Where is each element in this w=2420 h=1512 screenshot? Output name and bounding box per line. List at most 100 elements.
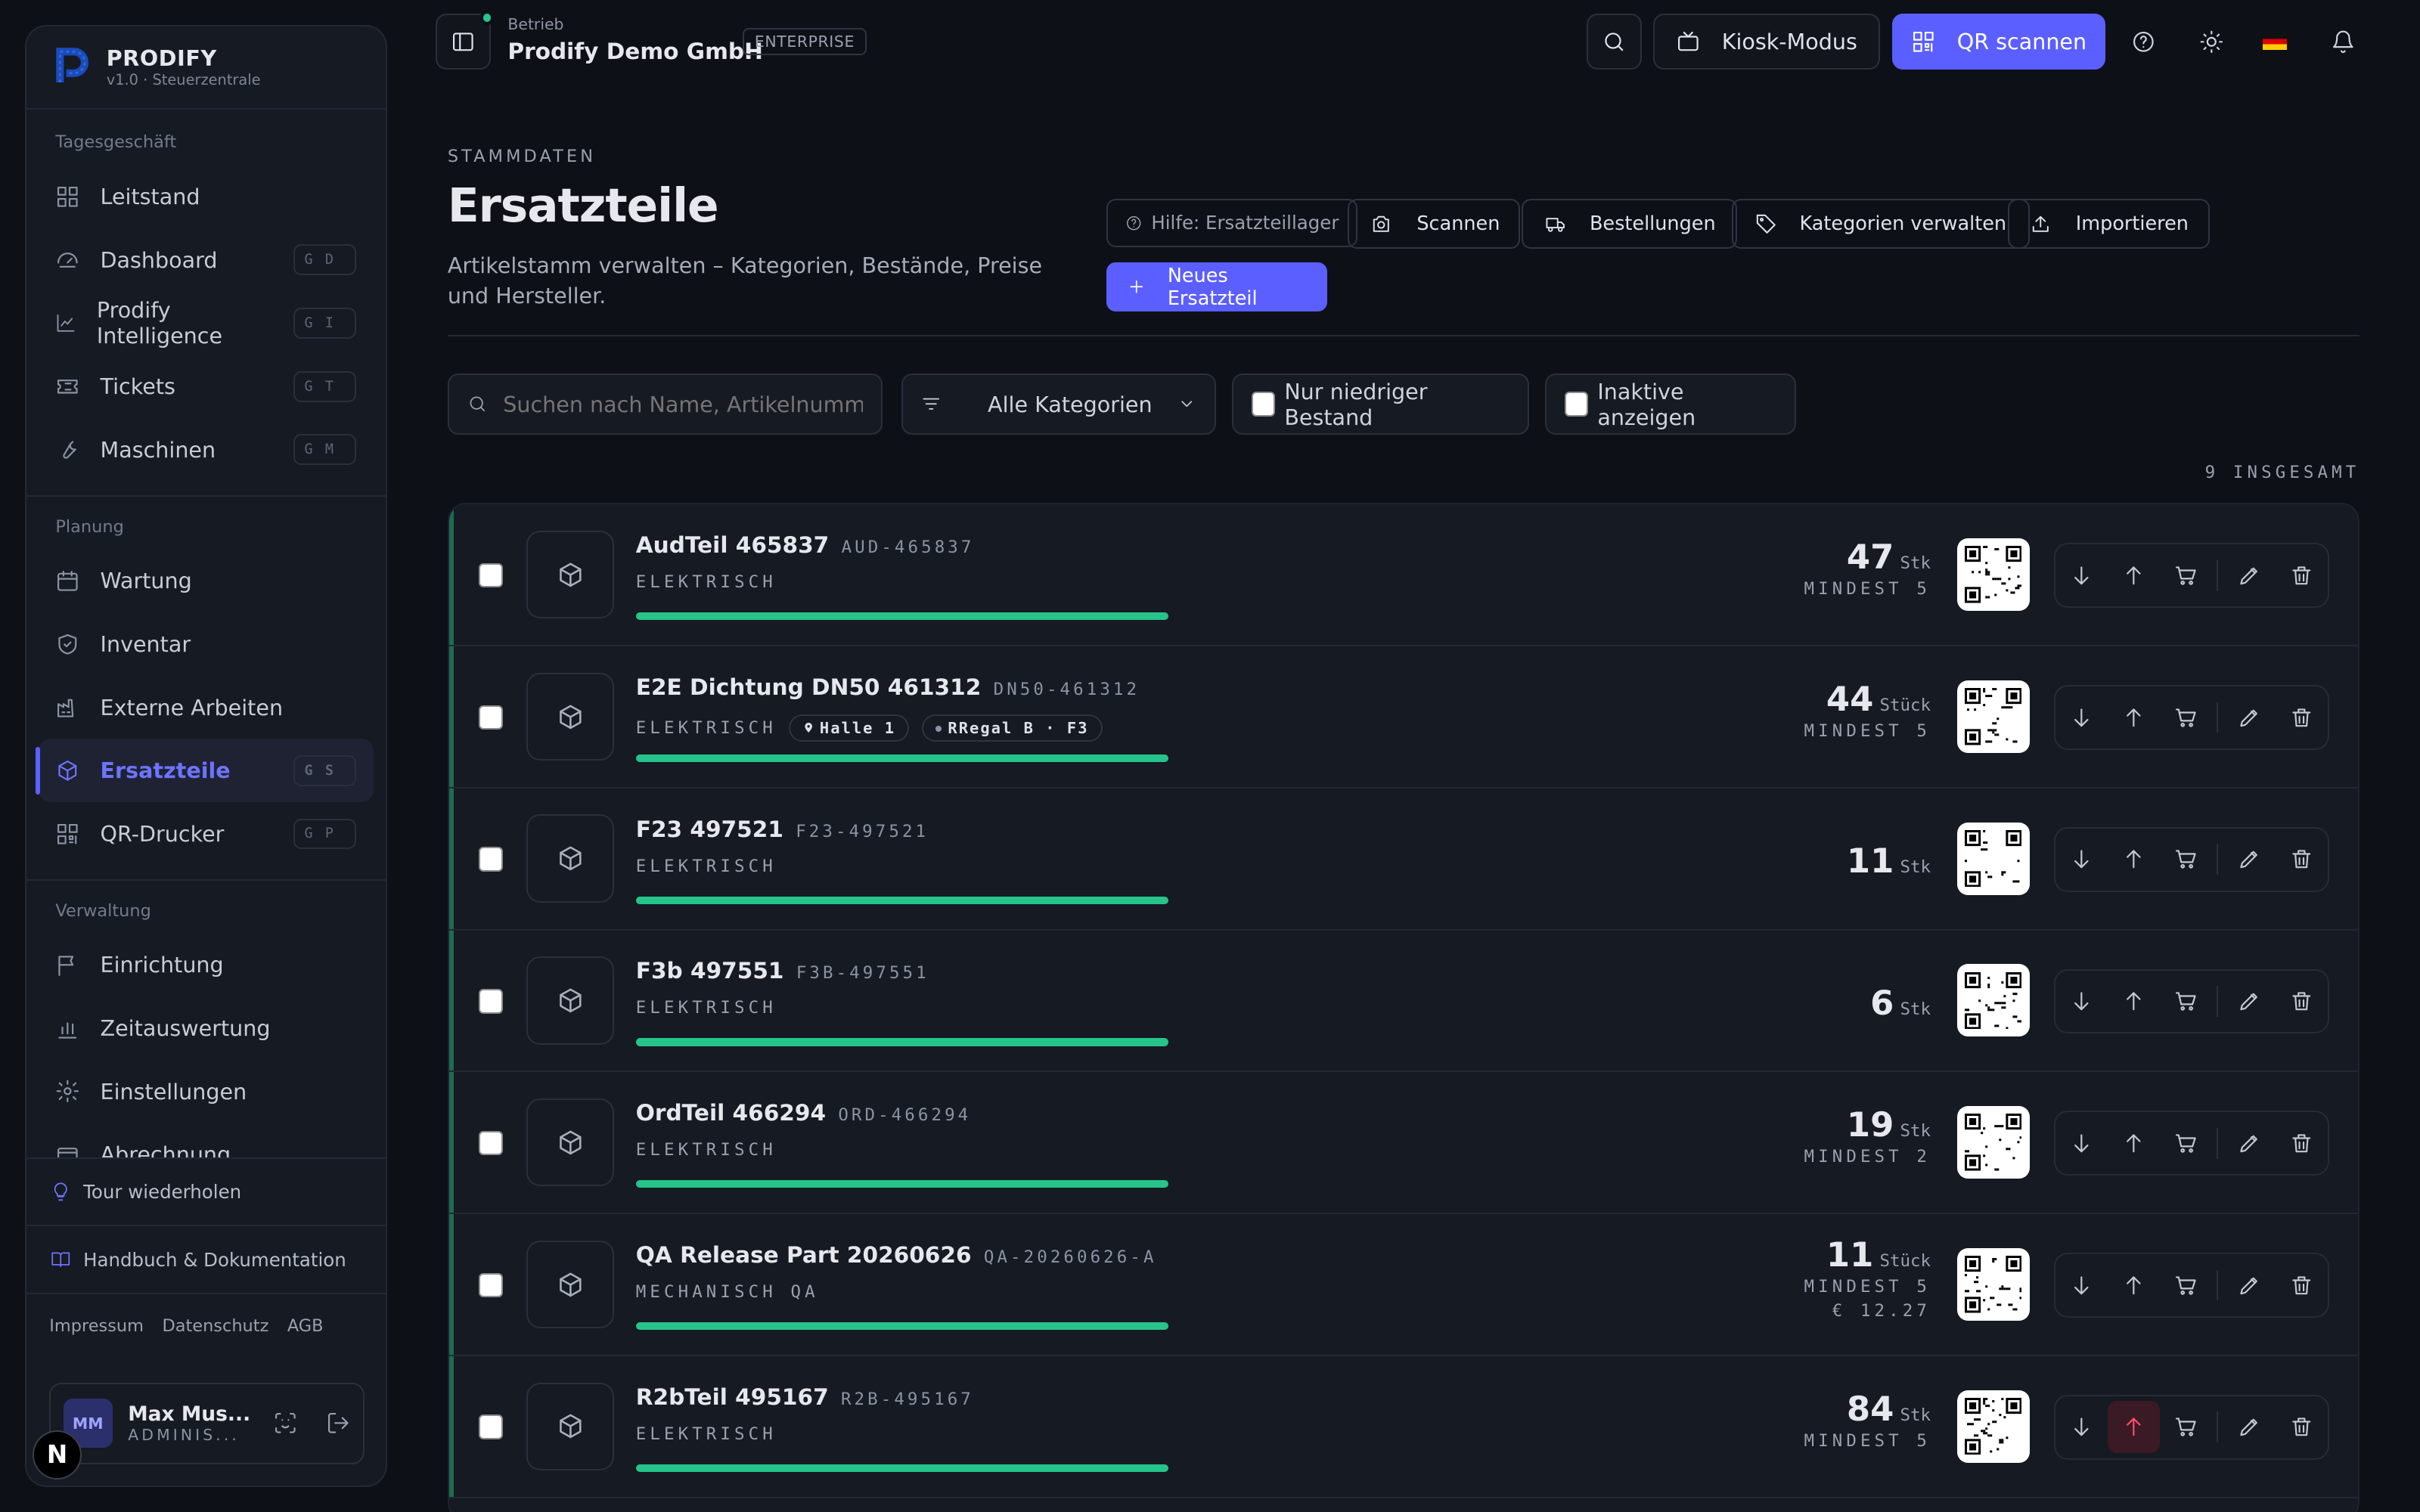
part-qr-code[interactable] [1956,1390,2030,1463]
order-button[interactable] [2160,975,2212,1027]
part-row[interactable]: R2bTeil 495167 R2B-495167 ELEKTRISCH 84 Stk M… [448,1356,2359,1498]
stock-in-button[interactable] [2108,833,2160,885]
theme-toggle-button[interactable] [2184,14,2239,69]
part-qr-code[interactable] [1956,1247,2030,1321]
stock-out-button[interactable] [2055,549,2108,601]
help-storage-button[interactable]: Hilfe: Ersatzteillager [1106,199,1357,247]
part-name[interactable]: F23 497521 [636,816,783,842]
stock-out-button[interactable] [2055,975,2108,1027]
row-select-checkbox[interactable] [478,1414,504,1439]
part-qr-code[interactable] [1956,538,2030,612]
help-button[interactable] [2116,14,2171,69]
part-qr-code[interactable] [1956,964,2030,1037]
sidebar-item-einrichtung[interactable]: Einrichtung [39,934,374,997]
datenschutz-link[interactable]: Datenschutz [162,1316,268,1336]
part-name[interactable]: QA Release Part 20260626 [636,1242,972,1268]
sidebar-item-ersatzteile[interactable]: Ersatzteile GS [35,739,374,803]
row-select-checkbox[interactable] [478,847,504,872]
part-row[interactable]: QA Release Part 20260626 QA-20260626-A MEC… [448,1214,2359,1356]
delete-button[interactable] [2275,833,2327,885]
tour-link[interactable]: Tour wiederholen [26,1157,386,1225]
low-stock-checkbox[interactable] [1252,392,1276,417]
notifications-button[interactable] [2315,14,2370,69]
low-stock-toggle[interactable]: Nur niedriger Bestand [1231,373,1530,435]
stock-in-button[interactable] [2108,1400,2161,1454]
search-button[interactable] [1586,14,1643,70]
row-select-checkbox[interactable] [478,989,504,1014]
delete-button[interactable] [2275,975,2327,1027]
part-name[interactable]: AudTeil 465837 [636,532,830,558]
part-row[interactable]: E2E Dichtung DN50 461312 DN50-461312 ELEKT… [448,646,2359,789]
row-select-checkbox[interactable] [478,705,504,730]
orders-button[interactable]: Bestellungen [1522,199,1738,249]
order-button[interactable] [2160,549,2212,601]
order-button[interactable] [2160,1401,2212,1453]
part-qr-code[interactable] [1956,822,2030,895]
next-devtools-badge[interactable]: N [32,1430,82,1480]
new-part-button[interactable]: Neues Ersatzteil [1106,262,1328,312]
stock-out-button[interactable] [2055,833,2108,885]
part-qr-code[interactable] [1956,1106,2030,1179]
order-button[interactable] [2160,833,2212,885]
edit-button[interactable] [2223,833,2275,885]
scan-button[interactable]: Scannen [1347,199,1520,249]
part-row[interactable]: AudTeil 465837 AUD-465837 ELEKTRISCH 47 Stk M… [448,504,2359,647]
row-select-checkbox[interactable] [478,562,504,588]
part-qr-code[interactable] [1956,680,2030,753]
org-name[interactable]: Prodify Demo GmbH [507,39,762,64]
stock-in-button[interactable] [2108,975,2160,1027]
sidebar-item-prodify-intelligence[interactable]: Prodify Intelligence GI [39,292,374,355]
delete-button[interactable] [2275,1259,2327,1311]
stock-out-button[interactable] [2055,1259,2108,1311]
edit-button[interactable] [2223,975,2275,1027]
delete-button[interactable] [2275,1117,2327,1169]
show-inactive-checkbox[interactable] [1565,392,1589,417]
logout-icon[interactable] [326,1411,351,1436]
stock-in-button[interactable] [2108,549,2160,601]
brand[interactable]: PRODIFY v1.0 · Steuerzentrale [26,26,386,110]
manage-categories-button[interactable]: Kategorien verwalten [1731,199,2030,249]
sidebar-item-zeitauswertung[interactable]: Zeitauswertung [39,996,374,1060]
search-field[interactable] [447,373,883,435]
edit-button[interactable] [2223,691,2275,743]
stock-in-button[interactable] [2108,1117,2160,1169]
stock-out-button[interactable] [2055,1401,2108,1453]
sidebar-item-leitstand[interactable]: Leitstand [39,165,374,228]
stock-in-button[interactable] [2108,1259,2160,1311]
delete-button[interactable] [2275,691,2327,743]
delete-button[interactable] [2275,1401,2327,1453]
order-button[interactable] [2160,691,2212,743]
order-button[interactable] [2160,1117,2212,1169]
user-card[interactable]: MM Max Mus... ADMINIS... [49,1382,365,1464]
row-select-checkbox[interactable] [478,1130,504,1156]
qr-scan-button[interactable]: QR scannen [1892,14,2105,70]
part-name[interactable]: OrdTeil 466294 [636,1100,826,1126]
stock-in-button[interactable] [2108,691,2160,743]
row-select-checkbox[interactable] [478,1272,504,1298]
search-input[interactable] [503,391,863,417]
sidebar-item-maschinen[interactable]: Maschinen GM [39,418,374,482]
show-inactive-toggle[interactable]: Inaktive anzeigen [1544,373,1797,435]
part-name[interactable]: F3b 497551 [636,958,784,984]
category-select[interactable]: Alle Kategorien [901,373,1217,435]
part-row[interactable]: F3b 497551 F3B-497551 ELEKTRISCH 6 Stk [448,930,2359,1073]
stock-out-button[interactable] [2055,691,2108,743]
part-row[interactable]: OrdTeil 466294 ORD-466294 ELEKTRISCH 19 Stk M… [448,1072,2359,1215]
sidebar-item-dashboard[interactable]: Dashboard GD [39,228,374,292]
order-button[interactable] [2160,1259,2212,1311]
sidebar-item-abrechnung[interactable]: Abrechnung [39,1123,374,1159]
agb-link[interactable]: AGB [287,1316,324,1336]
stock-out-button[interactable] [2055,1117,2108,1169]
language-button[interactable] [2247,14,2302,69]
impressum-link[interactable]: Impressum [49,1316,144,1336]
handbook-link[interactable]: Handbuch & Dokumentation [26,1225,386,1293]
sidebar-item-wartung[interactable]: Wartung [39,549,374,612]
kiosk-mode-button[interactable]: Kiosk-Modus [1652,14,1880,70]
sidebar-item-tickets[interactable]: Tickets GT [39,355,374,418]
sidebar-item-inventar[interactable]: Inventar [39,612,374,676]
sidebar-item-qr-drucker[interactable]: QR-Drucker GP [39,802,374,866]
edit-button[interactable] [2223,1259,2275,1311]
sidebar-item-externe-arbeiten[interactable]: Externe Arbeiten [39,676,374,739]
edit-button[interactable] [2223,1401,2275,1453]
part-row[interactable]: F23 497521 F23-497521 ELEKTRISCH 11 Stk [448,788,2359,931]
